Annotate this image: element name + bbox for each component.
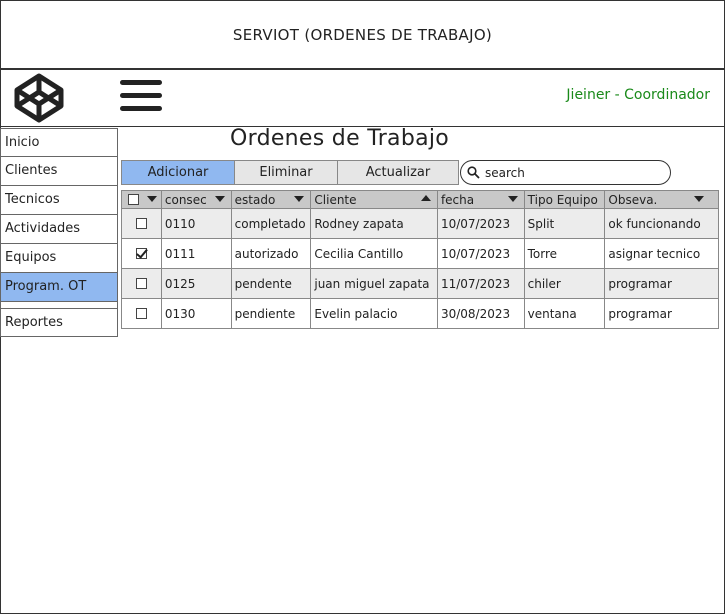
row-checkbox-cell[interactable] [122, 299, 161, 328]
table-header-row: consec estado Cliente fecha Tipo Equipo … [122, 191, 718, 208]
app-title: SERVIOT (ORDENES DE TRABAJO) [232, 25, 493, 44]
refresh-button[interactable]: Actualizar [338, 160, 459, 185]
sort-down-icon[interactable] [694, 196, 704, 202]
cell-consec: 0130 [160, 299, 231, 328]
cell-consec: 0125 [160, 269, 231, 298]
cell-tipo-equipo: chiler [523, 269, 605, 298]
page-title: Ordenes de Trabajo [230, 126, 450, 151]
sort-down-icon[interactable] [146, 196, 157, 202]
row-checkbox[interactable] [135, 218, 147, 229]
cell-fecha: 10/07/2023 [436, 209, 524, 238]
cell-observaciones: asignar tecnico [604, 239, 718, 268]
table-row[interactable]: 0110 completado Rodney zapata 10/07/2023… [122, 208, 718, 238]
table-row[interactable]: 0111 autorizado Cecilia Cantillo 10/07/2… [122, 238, 718, 268]
cell-fecha: 10/07/2023 [436, 239, 524, 268]
column-label: consec [164, 192, 207, 207]
cell-tipo-equipo: ventana [523, 299, 605, 328]
cell-estado: pendente [230, 269, 311, 298]
column-header-tipo-equipo[interactable]: Tipo Equipo [523, 191, 605, 208]
column-header-consec[interactable]: consec [160, 191, 231, 208]
sort-up-icon[interactable] [420, 195, 431, 201]
sidebar-item-tecnicos[interactable]: Tecnicos [0, 186, 118, 215]
column-header-cliente[interactable]: Cliente [310, 191, 437, 208]
table-row[interactable]: 0125 pendente juan miguel zapata 11/07/2… [122, 268, 718, 298]
column-header-estado[interactable]: estado [230, 191, 311, 208]
cell-observaciones: ok funcionando [604, 209, 718, 238]
column-label: Obseva. [608, 192, 658, 207]
add-button[interactable]: Adicionar [121, 160, 235, 185]
cell-consec: 0111 [160, 239, 231, 268]
column-label: estado [234, 192, 276, 207]
cell-observaciones: programar [604, 299, 718, 328]
sidebar-item-clientes[interactable]: Clientes [0, 157, 118, 186]
cell-estado: completado [230, 209, 311, 238]
sort-down-icon[interactable] [294, 196, 305, 202]
cell-cliente: juan miguel zapata [310, 269, 437, 298]
row-checkbox[interactable] [135, 308, 147, 319]
row-checkbox-cell[interactable] [122, 269, 161, 298]
delete-button[interactable]: Eliminar [235, 160, 338, 185]
row-checkbox-checked[interactable] [135, 248, 147, 259]
hamburger-menu-icon[interactable] [120, 80, 162, 116]
header: Jieiner - Coordinador [0, 70, 725, 127]
cell-estado: autorizado [230, 239, 311, 268]
codepen-cube-icon [14, 73, 64, 123]
cell-cliente: Cecilia Cantillo [310, 239, 437, 268]
column-header-observaciones[interactable]: Obseva. [604, 191, 718, 208]
column-label: fecha [440, 192, 475, 207]
sort-down-icon[interactable] [507, 196, 518, 202]
select-all-checkbox[interactable] [128, 194, 139, 205]
toolbar: Adicionar Eliminar Actualizar [121, 160, 459, 185]
row-checkbox-cell[interactable] [122, 239, 161, 268]
column-header-fecha[interactable]: fecha [436, 191, 524, 208]
cell-cliente: Rodney zapata [310, 209, 437, 238]
orders-table: consec estado Cliente fecha Tipo Equipo … [121, 190, 719, 329]
table-row[interactable]: 0130 pendiente Evelin palacio 30/08/2023… [122, 298, 718, 328]
column-label: Tipo Equipo [527, 192, 598, 207]
search-icon [467, 166, 480, 179]
user-label[interactable]: Jieiner - Coordinador [566, 87, 710, 103]
cell-fecha: 11/07/2023 [436, 269, 524, 298]
sidebar-item-equipos[interactable]: Equipos [0, 244, 118, 273]
sort-down-icon[interactable] [214, 196, 225, 202]
header-select-all[interactable] [122, 191, 161, 208]
row-checkbox[interactable] [135, 278, 147, 289]
search-input[interactable] [485, 165, 655, 180]
cell-fecha: 30/08/2023 [436, 299, 524, 328]
sidebar-item-reportes[interactable]: Reportes [0, 308, 118, 337]
cell-tipo-equipo: Torre [523, 239, 605, 268]
column-label: Cliente [314, 192, 357, 207]
sidebar-item-actividades[interactable]: Actividades [0, 215, 118, 244]
cell-cliente: Evelin palacio [310, 299, 437, 328]
sidebar: Inicio Clientes Tecnicos Actividades Equ… [0, 128, 118, 337]
cell-consec: 0110 [160, 209, 231, 238]
row-checkbox-cell[interactable] [122, 209, 161, 238]
cell-estado: pendiente [230, 299, 311, 328]
sidebar-item-inicio[interactable]: Inicio [0, 128, 118, 157]
cell-tipo-equipo: Split [523, 209, 605, 238]
sidebar-item-program-ot[interactable]: Program. OT [0, 273, 118, 302]
title-bar: SERVIOT (ORDENES DE TRABAJO) [0, 0, 725, 70]
search-box[interactable] [460, 160, 671, 185]
cell-observaciones: programar [604, 269, 718, 298]
